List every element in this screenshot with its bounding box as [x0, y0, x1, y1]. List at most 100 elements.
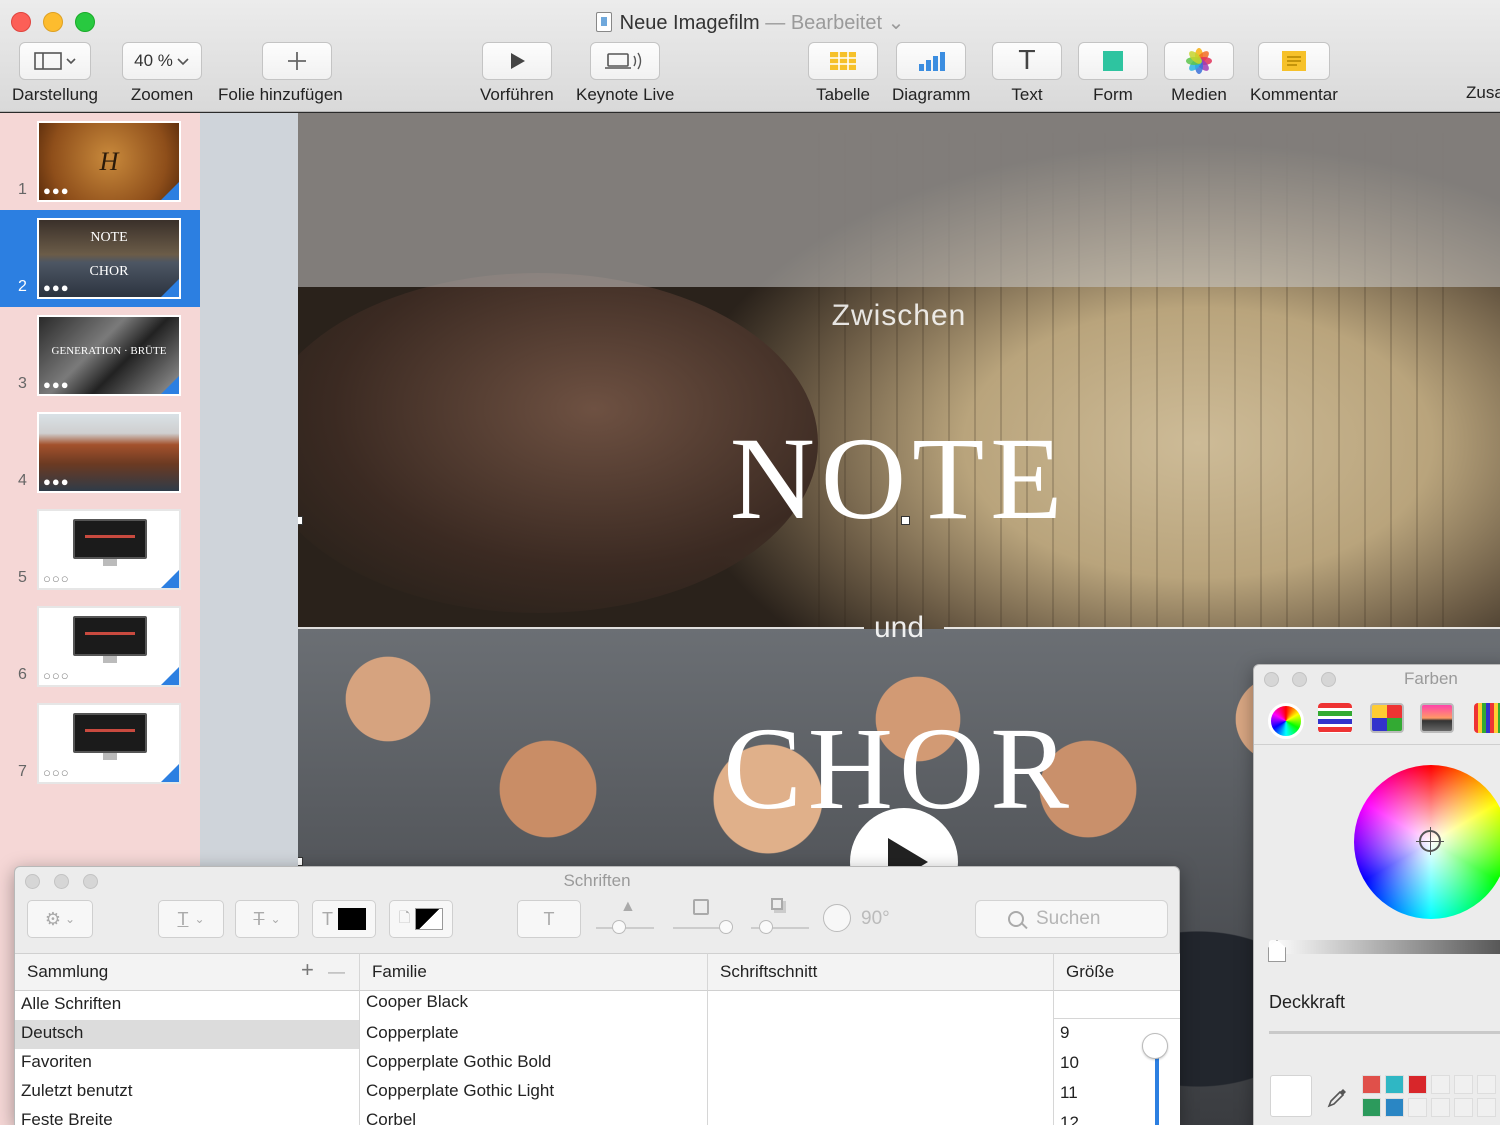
- document-color-button[interactable]: 🗋: [389, 900, 453, 938]
- play-button[interactable]: [481, 42, 552, 80]
- shape-label: Form: [1093, 85, 1133, 104]
- view-tool[interactable]: Darstellung: [12, 42, 98, 105]
- slide-thumbnail-3[interactable]: 3 GENERATION · BRÜTE ●●●: [0, 307, 200, 404]
- size-item[interactable]: 11: [1054, 1079, 1180, 1109]
- color-sliders-tab-icon[interactable]: [1318, 703, 1352, 733]
- action-menu-button[interactable]: ⚙ ⌄: [27, 900, 93, 938]
- zoom-tool[interactable]: 40 % Zoomen: [122, 42, 202, 105]
- favorite-color-swatch[interactable]: [1362, 1098, 1381, 1117]
- transition-corner-icon: [161, 764, 179, 782]
- view-button[interactable]: [19, 42, 91, 80]
- empty-color-swatch[interactable]: [1477, 1098, 1496, 1117]
- collection-item[interactable]: Favoriten: [15, 1049, 359, 1078]
- slide-thumbnail-2[interactable]: 2 NOTE CHOR ●●●: [0, 210, 200, 307]
- color-crosshair-icon[interactable]: [1416, 827, 1444, 855]
- slide-thumbnail-6[interactable]: 6 ○○○: [0, 598, 200, 695]
- panel-minimize-button[interactable]: [1292, 672, 1307, 687]
- play-tool[interactable]: Vorführen: [480, 42, 554, 105]
- title-separator: —: [765, 12, 786, 34]
- play-label: Vorführen: [480, 85, 554, 104]
- text-shadow-button[interactable]: T: [517, 900, 581, 938]
- collection-item[interactable]: Zuletzt benutzt: [15, 1078, 359, 1107]
- zoom-select[interactable]: 40 %: [122, 42, 202, 80]
- collection-item[interactable]: Feste Breite: [15, 1107, 359, 1125]
- font-search-field[interactable]: Suchen: [975, 900, 1168, 938]
- pencils-tab-icon[interactable]: [1474, 703, 1500, 733]
- media-tool[interactable]: Medien: [1164, 42, 1234, 105]
- color-palettes-tab-icon[interactable]: [1370, 703, 1404, 733]
- chart-button[interactable]: [896, 42, 967, 80]
- family-item[interactable]: Copperplate: [360, 1020, 707, 1049]
- keynote-live-button[interactable]: [590, 42, 661, 80]
- comment-tool[interactable]: Kommentar: [1250, 42, 1338, 105]
- shadow-angle-dial[interactable]: [823, 904, 851, 932]
- panel-zoom-button[interactable]: [1321, 672, 1336, 687]
- empty-color-swatch[interactable]: [1431, 1098, 1450, 1117]
- chevron-down-icon[interactable]: ⌄: [888, 12, 905, 34]
- chart-label: Diagramm: [892, 85, 971, 104]
- family-item[interactable]: Copperplate Gothic Bold: [360, 1049, 707, 1078]
- empty-color-swatch[interactable]: [1431, 1075, 1450, 1094]
- selection-handle-bottom-left[interactable]: [298, 857, 303, 866]
- empty-color-swatch[interactable]: [1477, 1075, 1496, 1094]
- text-underline-menu[interactable]: T ⌄: [158, 900, 224, 938]
- shape-icon: [1103, 51, 1123, 71]
- chevron-down-icon: ⌄: [194, 912, 205, 926]
- eyedropper-icon[interactable]: [1326, 1085, 1350, 1109]
- slide-thumbnail-4[interactable]: 4 ●●●: [0, 404, 200, 501]
- panel-close-button[interactable]: [1264, 672, 1279, 687]
- remove-collection-button[interactable]: —: [328, 962, 345, 982]
- overflow-tool[interactable]: Zusa: [1466, 83, 1500, 103]
- collection-item[interactable]: Alle Schriften: [15, 991, 359, 1020]
- comment-button[interactable]: [1257, 42, 1330, 80]
- slide-title-note[interactable]: NOTE: [298, 411, 1500, 547]
- shadow-offset-knob[interactable]: [759, 920, 773, 934]
- table-tool[interactable]: Tabelle: [808, 42, 878, 105]
- slide-preview: ○○○: [37, 703, 181, 784]
- size-input[interactable]: [1054, 991, 1180, 1019]
- empty-color-swatch[interactable]: [1454, 1098, 1473, 1117]
- media-button[interactable]: [1164, 42, 1234, 80]
- add-collection-button[interactable]: +: [301, 957, 314, 983]
- slide-thumbnail-7[interactable]: 7 ○○○: [0, 695, 200, 792]
- collection-item[interactable]: Deutsch: [15, 1020, 359, 1049]
- table-button[interactable]: [808, 42, 878, 80]
- selection-handle-left[interactable]: [298, 516, 303, 525]
- shape-tool[interactable]: Form: [1078, 42, 1148, 105]
- slide-text-zwischen[interactable]: Zwischen: [298, 299, 1500, 333]
- chart-tool[interactable]: Diagramm: [892, 42, 970, 105]
- empty-color-swatch[interactable]: [1408, 1098, 1427, 1117]
- family-item[interactable]: Copperplate Gothic Light: [360, 1078, 707, 1107]
- text-button[interactable]: T: [992, 42, 1062, 80]
- slide-thumbnail-5[interactable]: 5 ○○○: [0, 501, 200, 598]
- text-color-button[interactable]: T: [312, 900, 376, 938]
- brightness-slider[interactable]: [1269, 940, 1500, 954]
- selection-handle-center[interactable]: [901, 516, 910, 525]
- edited-status[interactable]: Bearbeitet: [791, 12, 882, 34]
- current-color-swatch[interactable]: [1270, 1075, 1312, 1117]
- color-wheel-tab-icon[interactable]: [1268, 703, 1304, 739]
- empty-color-swatch[interactable]: [1454, 1075, 1473, 1094]
- text-tool[interactable]: T Text: [992, 42, 1062, 105]
- slide-thumbnail-1[interactable]: 1 H ●●●: [0, 113, 200, 210]
- size-slider-knob[interactable]: [1142, 1033, 1168, 1059]
- shadow-blur-knob[interactable]: [719, 920, 733, 934]
- slide-text-und[interactable]: und: [298, 611, 1500, 645]
- family-item[interactable]: Corbel: [360, 1107, 707, 1125]
- family-item[interactable]: Cooper Black: [360, 991, 707, 1020]
- add-slide-button[interactable]: [261, 42, 332, 80]
- strikethrough-menu[interactable]: T ⌄: [235, 900, 299, 938]
- image-palettes-tab-icon[interactable]: [1420, 703, 1454, 733]
- shape-button[interactable]: [1078, 42, 1148, 80]
- favorite-color-swatch[interactable]: [1362, 1075, 1381, 1094]
- size-item[interactable]: 12: [1054, 1109, 1180, 1125]
- favorite-color-swatch[interactable]: [1385, 1075, 1404, 1094]
- shadow-opacity-knob[interactable]: [612, 920, 626, 934]
- opacity-slider[interactable]: [1269, 1031, 1500, 1034]
- favorite-color-swatch[interactable]: [1385, 1098, 1404, 1117]
- favorite-color-swatch[interactable]: [1408, 1075, 1427, 1094]
- thumb-title: H: [99, 147, 119, 176]
- shadow-angle-value[interactable]: 90°: [861, 908, 890, 930]
- add-slide-tool[interactable]: Folie hinzufügen: [218, 42, 343, 105]
- keynote-live-tool[interactable]: Keynote Live: [576, 42, 674, 105]
